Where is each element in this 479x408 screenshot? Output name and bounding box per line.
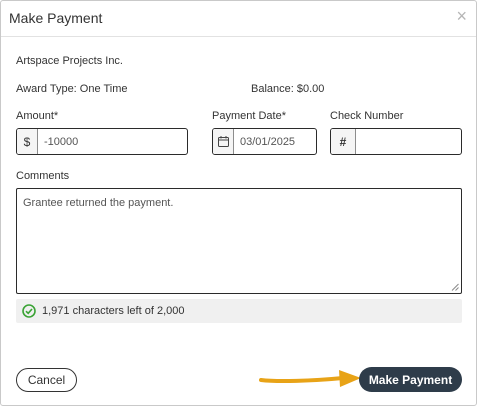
balance: Balance: $0.00 [251, 83, 325, 95]
close-icon[interactable]: × [456, 7, 467, 25]
amount-label: Amount* [16, 110, 59, 122]
check-circle-icon [22, 304, 36, 318]
payment-date-input[interactable]: 03/01/2025 [234, 129, 316, 154]
comments-label: Comments [16, 170, 70, 182]
comments-text: Grantee returned the payment. [23, 197, 174, 209]
comments-textarea[interactable]: Grantee returned the payment. [16, 188, 462, 294]
cancel-button[interactable]: Cancel [16, 368, 77, 392]
dialog-title: Make Payment [9, 10, 103, 26]
amount-input-group: $ -10000 [16, 128, 188, 155]
dialog-header: Make Payment × [1, 1, 476, 37]
check-number-input-group: # [330, 128, 462, 155]
check-number-label: Check Number [330, 110, 404, 122]
pointer-arrow-icon [259, 370, 361, 387]
payment-date-input-group: 03/01/2025 [212, 128, 317, 155]
make-payment-dialog: Make Payment × Artspace Projects Inc. Aw… [0, 0, 477, 406]
dollar-sign-icon: $ [17, 129, 38, 154]
make-payment-button[interactable]: Make Payment [359, 367, 462, 392]
amount-input[interactable]: -10000 [38, 129, 187, 154]
character-counter: 1,971 characters left of 2,000 [16, 299, 462, 323]
hash-icon: # [331, 129, 356, 154]
check-number-input[interactable] [356, 129, 461, 154]
calendar-icon[interactable] [213, 129, 234, 154]
payment-date-label: Payment Date* [212, 110, 286, 122]
organization-name: Artspace Projects Inc. [16, 55, 123, 67]
award-type: Award Type: One Time [16, 83, 128, 95]
character-counter-text: 1,971 characters left of 2,000 [42, 305, 185, 317]
resize-handle-icon[interactable] [451, 283, 459, 291]
